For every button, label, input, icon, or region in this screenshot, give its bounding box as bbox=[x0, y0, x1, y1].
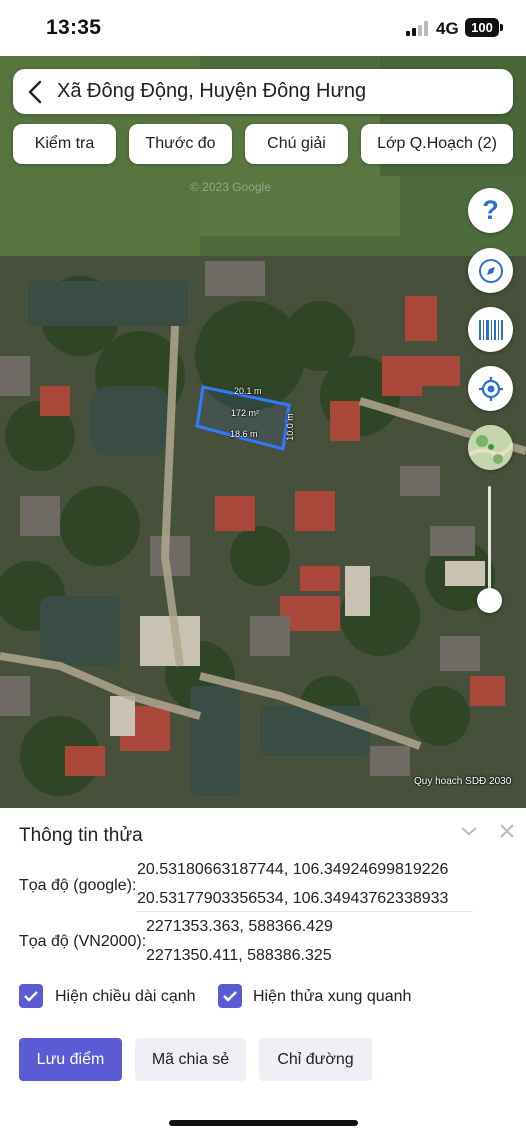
layer-thumbnail-icon bbox=[468, 425, 513, 470]
directions-button[interactable]: Chỉ đường bbox=[259, 1038, 372, 1081]
home-indicator bbox=[169, 1120, 358, 1126]
show-nearby-parcels-checkbox[interactable] bbox=[218, 984, 242, 1008]
google-coords-label: Tọa độ (google): bbox=[19, 877, 137, 894]
vn2000-coord-1: 2271353.363, 588366.429 bbox=[146, 918, 333, 935]
compass-button[interactable] bbox=[468, 248, 513, 293]
show-edge-length-label[interactable]: Hiện chiều dài cạnh bbox=[55, 988, 196, 1006]
share-code-button[interactable]: Mã chia sẻ bbox=[135, 1038, 246, 1081]
location-header: Xã Đông Động, Huyện Đông Hưng bbox=[13, 69, 513, 114]
status-bar: 13:35 4G 100 bbox=[0, 0, 526, 56]
parcel-bottom-edge: 18.6 m bbox=[230, 429, 258, 439]
save-point-button[interactable]: Lưu điểm bbox=[19, 1038, 122, 1081]
parcel-top-edge: 20.1 m bbox=[234, 386, 262, 396]
checkmark-icon bbox=[223, 991, 237, 1002]
zoom-slider-thumb[interactable] bbox=[477, 588, 502, 613]
vn2000-coords-label: Tọa độ (VN2000): bbox=[19, 933, 147, 950]
chip-planning-layer[interactable]: Lớp Q.Hoạch (2) bbox=[361, 124, 513, 164]
show-edge-length-checkbox[interactable] bbox=[19, 984, 43, 1008]
divider bbox=[137, 911, 473, 912]
back-icon[interactable] bbox=[13, 69, 57, 114]
vn2000-coord-2: 2271350.411, 588386.325 bbox=[146, 947, 332, 964]
network-type: 4G bbox=[436, 19, 459, 38]
collapse-chevron-icon[interactable] bbox=[459, 821, 479, 841]
close-icon[interactable] bbox=[497, 821, 517, 841]
checkmark-icon bbox=[24, 991, 38, 1002]
satellite-imagery bbox=[0, 56, 526, 808]
parcel-info-panel: Thông tin thửa Tọa độ (google): 20.53180… bbox=[0, 808, 526, 1137]
compass-icon bbox=[478, 258, 503, 283]
help-icon: ? bbox=[482, 195, 499, 225]
help-button[interactable]: ? bbox=[468, 188, 513, 233]
signal-icon bbox=[406, 21, 430, 36]
battery-icon: 100 bbox=[465, 18, 503, 37]
map-credit: Quy hoạch SDĐ 2030 bbox=[414, 776, 512, 787]
layer-thumbnail-button[interactable] bbox=[468, 425, 513, 470]
google-coord-1: 20.53180663187744, 106.34924699819226 bbox=[137, 861, 449, 878]
google-coord-2: 20.53177903356534, 106.34943762338933 bbox=[137, 890, 449, 907]
battery-level: 100 bbox=[471, 20, 493, 35]
locate-button[interactable] bbox=[468, 366, 513, 411]
satellite-map[interactable]: 20.1 m 172 m² 18.6 m 10.0 m © 2023 Googl… bbox=[0, 56, 526, 808]
parcel-area: 172 m² bbox=[231, 408, 260, 418]
zoom-slider-track[interactable] bbox=[488, 486, 491, 600]
map-watermark: © 2023 Google bbox=[190, 180, 271, 194]
screen: { "status_bar": { "time": "13:35", "netw… bbox=[0, 0, 526, 1137]
locate-icon bbox=[478, 376, 503, 401]
chip-ruler[interactable]: Thước đo bbox=[129, 124, 232, 164]
location-title: Xã Đông Động, Huyện Đông Hưng bbox=[57, 80, 367, 102]
barcode-icon bbox=[478, 319, 503, 340]
status-time: 13:35 bbox=[46, 16, 102, 39]
show-nearby-parcels-label[interactable]: Hiện thửa xung quanh bbox=[253, 988, 411, 1006]
parcel-right-edge: 10.0 m bbox=[284, 413, 295, 441]
chip-legend[interactable]: Chú giải bbox=[245, 124, 348, 164]
barcode-button[interactable] bbox=[468, 307, 513, 352]
chip-check[interactable]: Kiểm tra bbox=[13, 124, 116, 164]
panel-title: Thông tin thửa bbox=[19, 825, 143, 846]
